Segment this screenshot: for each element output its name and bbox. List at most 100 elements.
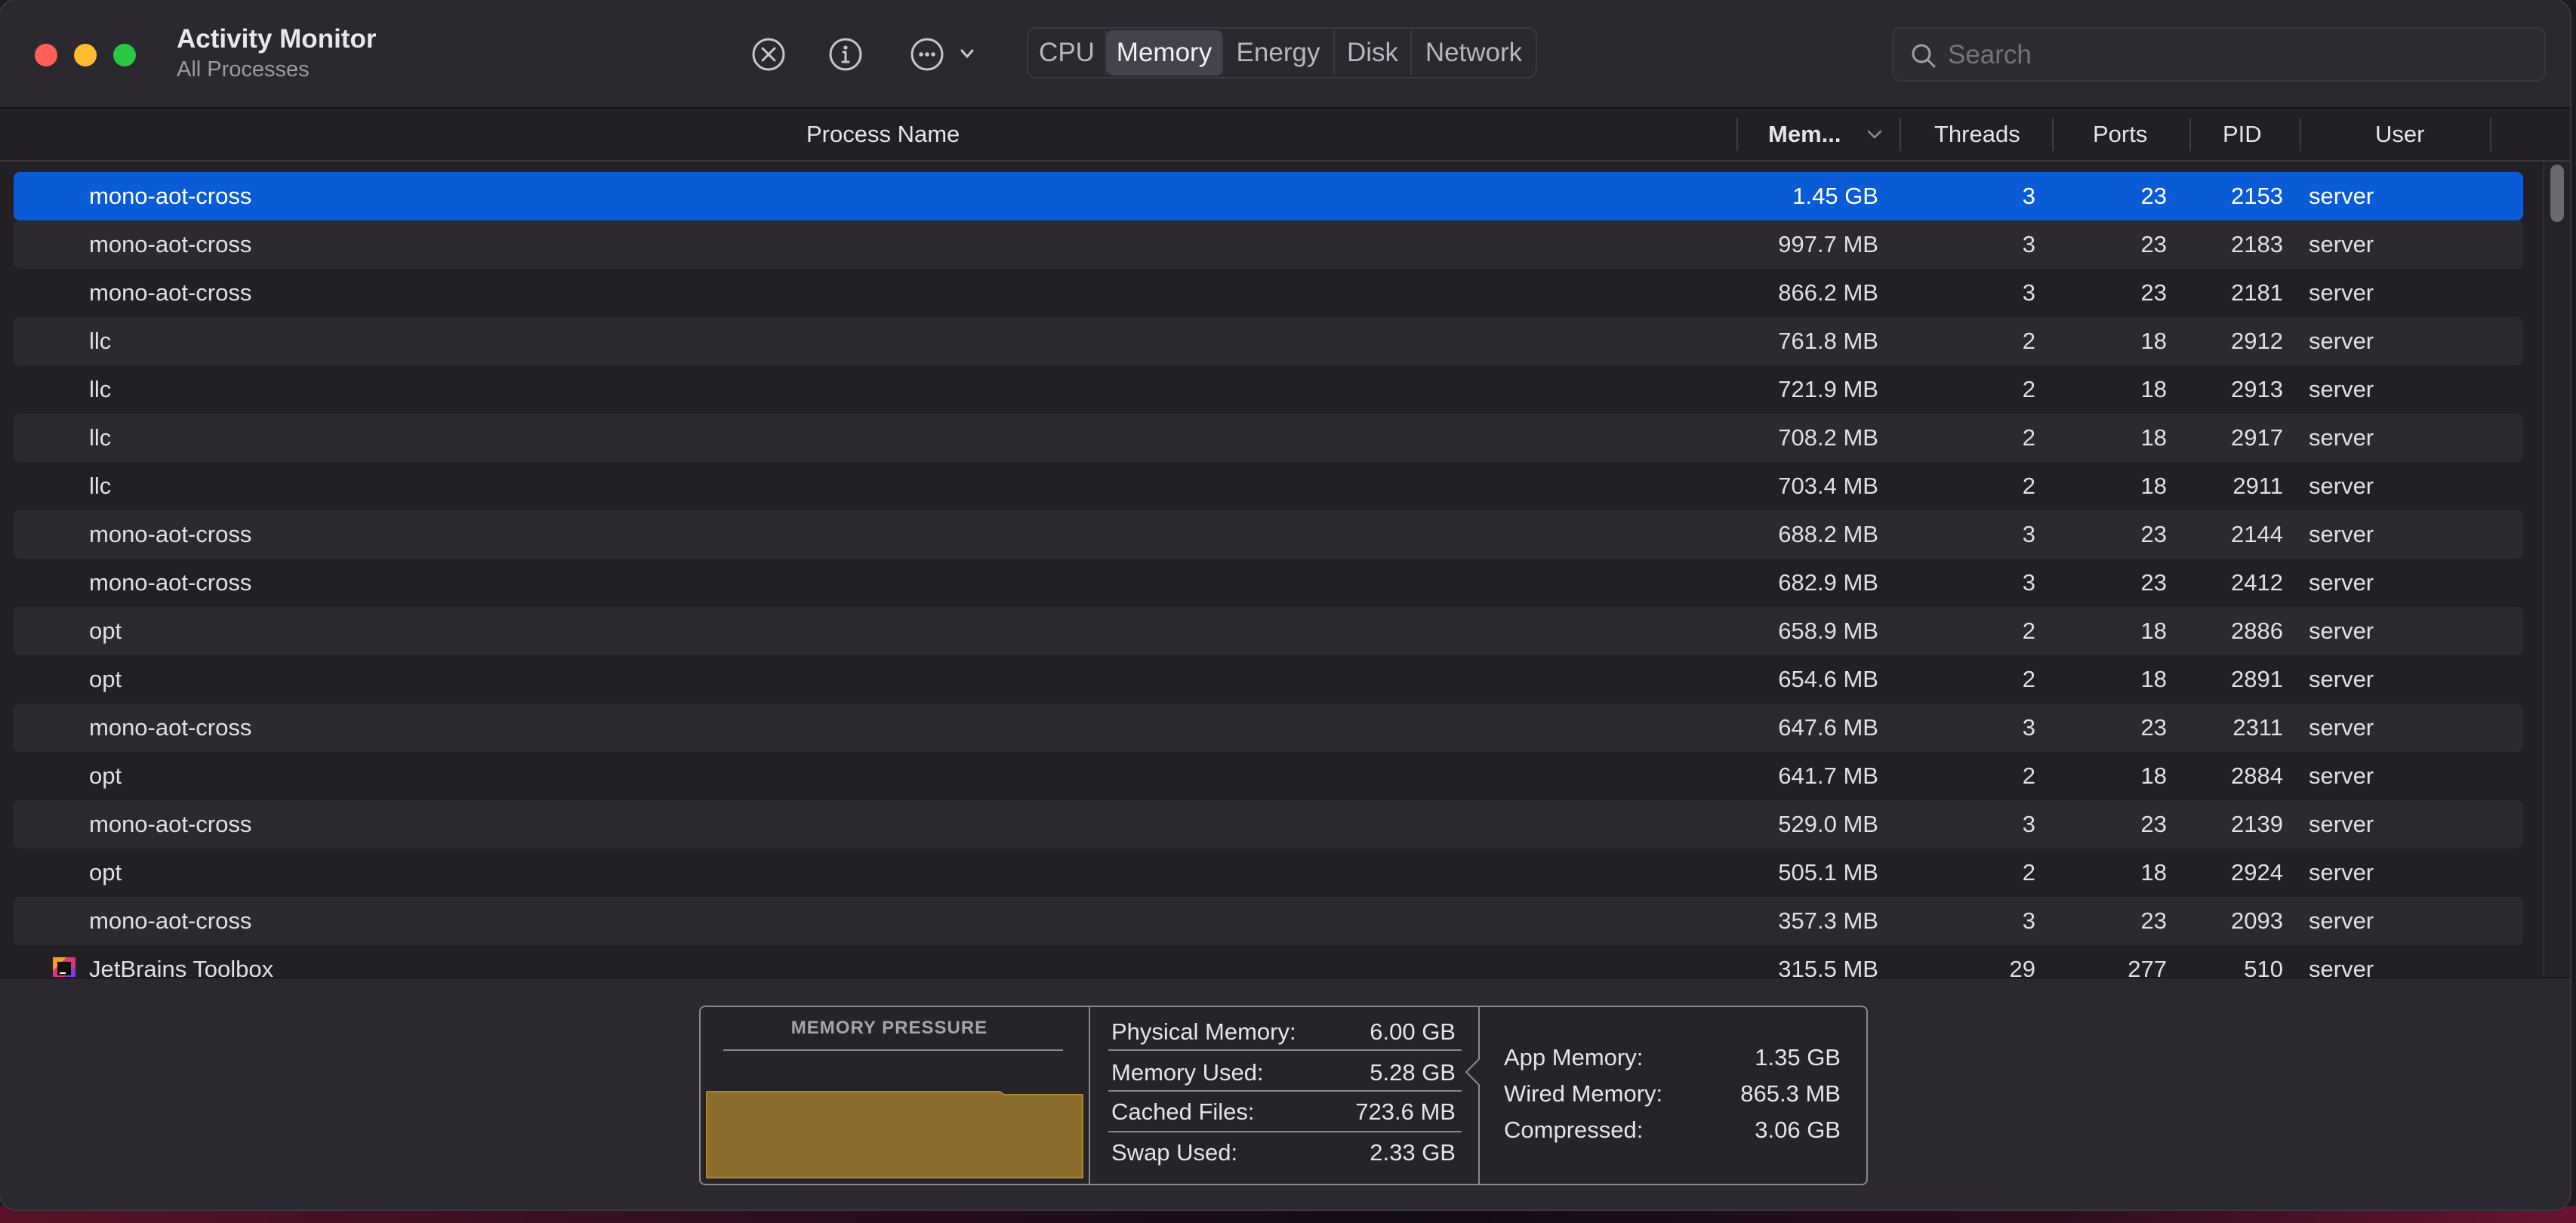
search-field[interactable] [1892, 27, 2546, 82]
toolbar: Activity Monitor All Processes CPU Memor… [0, 0, 2570, 109]
table-row[interactable]: JetBrains Toolbox 315.5 MB 29 277 510 server [14, 945, 2523, 977]
cell-ports: 18 [2140, 859, 2167, 886]
tab-memory[interactable]: Memory [1107, 30, 1223, 75]
cell-memory: 529.0 MB [1778, 811, 1878, 837]
cell-threads: 2 [2022, 762, 2035, 789]
search-input[interactable] [1946, 33, 2523, 77]
vertical-scrollbar-thumb[interactable] [2550, 165, 2564, 222]
more-actions-button[interactable] [904, 30, 983, 79]
inspect-process-button[interactable] [823, 30, 868, 79]
cell-threads: 3 [2022, 279, 2035, 306]
column-pid[interactable]: PID [2223, 109, 2262, 160]
memory-summary-panel: MEMORY PRESSURE Physical Memory: 6.00 GB… [699, 1006, 1868, 1185]
cell-pid: 2911 [2232, 473, 2283, 499]
cell-threads: 3 [2022, 231, 2035, 257]
column-ports[interactable]: Ports [2093, 109, 2147, 160]
view-subtitle[interactable]: All Processes [177, 57, 310, 82]
panel-divider [1089, 1007, 1090, 1184]
cell-ports: 23 [2140, 231, 2167, 257]
memory-summary-area: MEMORY PRESSURE Physical Memory: 6.00 GB… [0, 977, 2570, 1209]
cell-pid: 2912 [2231, 328, 2283, 354]
table-row[interactable]: mono-aot-cross 529.0 MB 3 23 2139 server [14, 800, 2523, 849]
cell-name: JetBrains Toolbox [89, 956, 274, 977]
cell-pid: 2891 [2231, 666, 2283, 692]
cell-name: llc [89, 376, 112, 402]
info-circle-icon [829, 38, 862, 71]
cell-user: server [2309, 956, 2374, 977]
cell-threads: 3 [2022, 183, 2035, 209]
cell-threads: 2 [2022, 859, 2035, 886]
cell-memory: 641.7 MB [1778, 762, 1878, 789]
search-icon [1912, 44, 1936, 68]
stat-label-compressed: Compressed: [1504, 1117, 1644, 1143]
cell-ports: 18 [2140, 618, 2167, 644]
table-row[interactable]: opt 641.7 MB 2 18 2884 server [14, 752, 2523, 800]
memory-pressure-divider [723, 1049, 1063, 1051]
cell-ports: 23 [2140, 907, 2167, 934]
close-window-button[interactable] [35, 44, 57, 66]
table-row[interactable]: opt 658.9 MB 2 18 2886 server [14, 607, 2523, 655]
vertical-scroll-track[interactable] [2543, 162, 2570, 977]
stat-separator [1108, 1049, 1462, 1051]
cell-pid: 2183 [2231, 231, 2283, 257]
table-row[interactable]: llc 703.4 MB 2 18 2911 server [14, 462, 2523, 510]
column-divider[interactable] [2189, 118, 2191, 151]
cell-ports: 23 [2140, 521, 2167, 547]
cell-name: opt [89, 666, 122, 692]
tab-disk[interactable]: Disk [1335, 30, 1412, 75]
column-user[interactable]: User [2375, 109, 2424, 160]
cell-memory: 357.3 MB [1778, 907, 1878, 934]
cell-ports: 18 [2140, 328, 2167, 354]
cell-memory: 688.2 MB [1778, 521, 1878, 547]
cell-pid: 2311 [2232, 714, 2283, 741]
cell-ports: 23 [2140, 569, 2167, 596]
table-row[interactable]: mono-aot-cross 682.9 MB 3 23 2412 server [14, 559, 2523, 607]
stop-process-button[interactable] [746, 30, 791, 79]
table-row[interactable]: llc 708.2 MB 2 18 2917 server [14, 414, 2523, 462]
cell-name: mono-aot-cross [89, 231, 252, 257]
stat-separator [1108, 1090, 1462, 1092]
table-row[interactable]: mono-aot-cross 866.2 MB 3 23 2181 server [14, 269, 2523, 317]
cell-ports: 23 [2140, 183, 2167, 209]
cell-user: server [2309, 376, 2374, 402]
cell-user: server [2309, 569, 2374, 596]
tab-energy[interactable]: Energy [1223, 30, 1335, 75]
cell-threads: 3 [2022, 811, 2035, 837]
table-row-selected[interactable]: mono-aot-cross 1.45 GB 3 23 2153 server [14, 172, 2523, 220]
stat-value-app-memory: 1.35 GB [1755, 1044, 1841, 1071]
tab-network[interactable]: Network [1412, 30, 1536, 75]
table-row[interactable]: llc 721.9 MB 2 18 2913 server [14, 365, 2523, 414]
cell-memory: 866.2 MB [1778, 279, 1878, 306]
column-divider[interactable] [1736, 118, 1738, 151]
column-divider[interactable] [2052, 118, 2054, 151]
table-row[interactable]: mono-aot-cross 357.3 MB 3 23 2093 server [14, 897, 2523, 945]
cell-user: server [2309, 811, 2374, 837]
cell-memory: 708.2 MB [1778, 424, 1878, 451]
table-row[interactable]: mono-aot-cross 688.2 MB 3 23 2144 server [14, 510, 2523, 559]
column-divider[interactable] [2300, 118, 2301, 151]
cell-pid: 2139 [2231, 811, 2283, 837]
column-process-name[interactable]: Process Name [806, 109, 960, 160]
cell-memory: 761.8 MB [1778, 328, 1878, 354]
tab-cpu[interactable]: CPU [1028, 30, 1107, 75]
cell-user: server [2309, 714, 2374, 741]
table-row[interactable]: opt 654.6 MB 2 18 2891 server [14, 655, 2523, 704]
column-divider[interactable] [1900, 118, 1901, 151]
zoom-window-button[interactable] [113, 44, 136, 66]
cell-threads: 29 [2009, 956, 2035, 977]
table-row[interactable]: mono-aot-cross 647.6 MB 3 23 2311 server [14, 704, 2523, 752]
table-row[interactable]: mono-aot-cross 997.7 MB 3 23 2183 server [14, 220, 2523, 269]
stat-value-compressed: 3.06 GB [1755, 1117, 1841, 1143]
stat-label-wired-memory: Wired Memory: [1504, 1080, 1663, 1107]
minimize-window-button[interactable] [74, 44, 97, 66]
table-row[interactable]: opt 505.1 MB 2 18 2924 server [14, 849, 2523, 897]
cell-user: server [2309, 279, 2374, 306]
cell-memory: 647.6 MB [1778, 714, 1878, 741]
column-divider[interactable] [2490, 118, 2491, 151]
stat-value-wired-memory: 865.3 MB [1740, 1080, 1841, 1107]
column-memory[interactable]: Mem... [1768, 109, 1841, 160]
column-threads[interactable]: Threads [1934, 109, 2020, 160]
cell-name: llc [89, 328, 112, 354]
cell-name: mono-aot-cross [89, 907, 252, 934]
table-row[interactable]: llc 761.8 MB 2 18 2912 server [14, 317, 2523, 365]
